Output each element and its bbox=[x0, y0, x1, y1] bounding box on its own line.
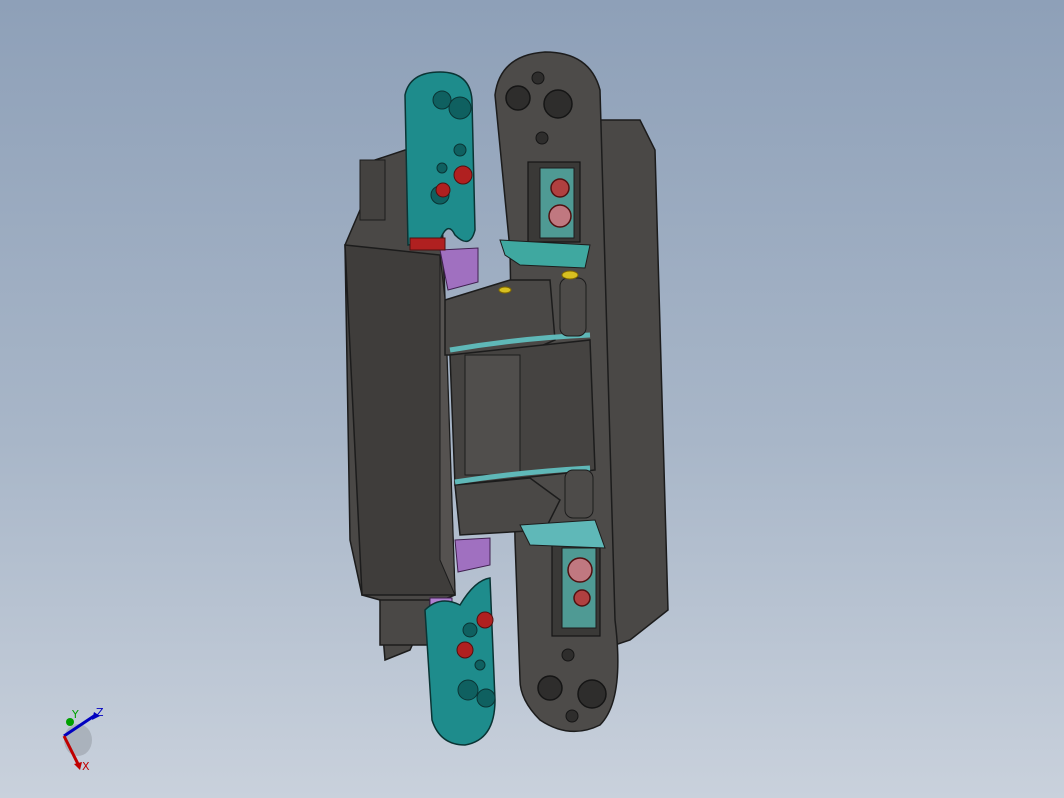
triad-x-arrow bbox=[74, 762, 82, 770]
cad-viewport[interactable]: Z Y X bbox=[0, 0, 1064, 798]
triad-x-label: X bbox=[82, 760, 90, 773]
hinge-arm bbox=[444, 239, 606, 549]
top-teal-plate bbox=[404, 71, 476, 251]
triad-z-label: Z bbox=[96, 706, 104, 719]
triad-sphere bbox=[64, 724, 92, 756]
orientation-triad: Z Y X bbox=[62, 706, 104, 773]
triad-y-label: Y bbox=[71, 708, 79, 721]
bottom-teal-plate bbox=[424, 577, 496, 746]
hinge-3d-model[interactable] bbox=[0, 0, 1064, 798]
